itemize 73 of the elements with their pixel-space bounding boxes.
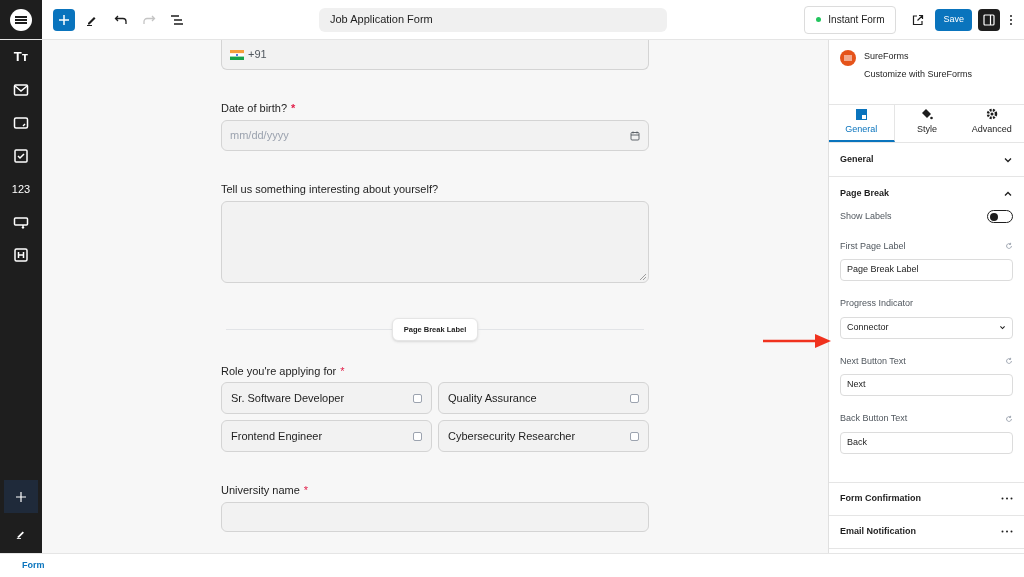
dropdown-icon[interactable] (13, 214, 29, 230)
brand-name: SureForms (864, 50, 910, 63)
number-icon[interactable]: 123 (11, 181, 31, 197)
checkbox-option[interactable]: Frontend Engineer (221, 420, 432, 453)
text-input[interactable]: Next (840, 374, 1013, 396)
heading-icon[interactable] (13, 247, 29, 263)
checkbox-option[interactable]: Quality Assurance (438, 382, 649, 415)
brand-logo-icon (840, 50, 856, 66)
checkbox[interactable] (413, 431, 422, 441)
panel-tab[interactable]: Style (894, 105, 960, 142)
section-title[interactable]: General (840, 152, 874, 167)
more-options-icon[interactable] (1009, 13, 1013, 26)
flag-icon (230, 49, 244, 60)
add-field-button[interactable] (4, 480, 38, 513)
field-label: Role you're applying for (221, 365, 337, 378)
section-title[interactable]: Form Confirmation (840, 491, 921, 506)
settings-toggle-button[interactable] (978, 8, 1000, 31)
list-view-icon[interactable] (170, 13, 184, 26)
date-placeholder: mm/dd/yyyy (230, 128, 289, 144)
more-options-icon[interactable] (1001, 497, 1013, 500)
field-label: Tell us something interesting about yourself? (221, 183, 439, 195)
setting-label: Next Button Text (840, 354, 906, 368)
add-block-button[interactable] (53, 8, 75, 31)
required-asterisk: * (291, 102, 296, 114)
brand-subtitle: Customize with SureForms (864, 67, 973, 81)
more-options-icon[interactable] (1001, 530, 1013, 533)
checkbox[interactable] (630, 431, 639, 441)
plus-icon (58, 13, 70, 26)
pen-icon[interactable] (16, 529, 26, 539)
paint-bucket-icon (921, 108, 933, 121)
breadcrumb-link[interactable]: Form (22, 558, 45, 573)
required-asterisk: * (303, 484, 309, 497)
section-title[interactable]: Page Break (840, 186, 890, 201)
setting-label: First Page Label (840, 239, 906, 253)
university-input[interactable] (221, 502, 649, 533)
phone-prefix: +91 (248, 47, 267, 63)
checkbox-option[interactable]: Sr. Software Developer (221, 382, 432, 415)
sidebar-panel-icon (983, 13, 995, 26)
panel-tab[interactable]: Advanced (959, 105, 1024, 142)
phone-field[interactable]: +91 (221, 40, 649, 70)
layout-icon (855, 108, 867, 120)
text-input[interactable]: Page Break Label (840, 259, 1013, 281)
mail-icon[interactable] (13, 82, 29, 98)
checkbox-icon[interactable] (13, 148, 29, 164)
setting-label: Progress Indicator (840, 297, 914, 310)
textarea-field[interactable] (221, 201, 649, 283)
toggle-switch[interactable] (987, 210, 1013, 224)
typography-icon[interactable]: Tт (13, 49, 29, 65)
checkbox[interactable] (630, 393, 639, 403)
chevron-down-icon (999, 324, 1006, 331)
checkbox-option[interactable]: Cybersecurity Researcher (438, 420, 649, 453)
calendar-icon[interactable] (630, 130, 640, 141)
text-input[interactable]: Back (840, 431, 1013, 454)
setting-label: Show Labels (840, 210, 892, 223)
external-link-icon[interactable] (912, 13, 925, 26)
checkbox[interactable] (413, 393, 422, 403)
save-button[interactable]: Save (935, 8, 972, 31)
textarea-icon[interactable] (13, 115, 29, 131)
document-title-field[interactable]: Job Application Form (319, 7, 667, 32)
annotation-arrow (763, 334, 831, 348)
resize-handle-icon[interactable] (640, 274, 646, 280)
field-label: University name (221, 484, 300, 497)
panel-tab[interactable]: General (829, 105, 895, 142)
section-title[interactable]: Email Notification (840, 524, 916, 539)
setting-label: Back Button Text (840, 412, 908, 425)
gear-icon (985, 108, 998, 121)
required-asterisk: * (340, 365, 345, 378)
plus-icon (16, 491, 26, 502)
undo-icon[interactable] (114, 13, 128, 26)
instant-form-button[interactable]: Instant Form (804, 5, 897, 34)
select-dropdown[interactable]: Connector (840, 316, 1013, 339)
field-label: Date of birth? (221, 102, 288, 114)
logo-icon[interactable] (9, 7, 33, 32)
